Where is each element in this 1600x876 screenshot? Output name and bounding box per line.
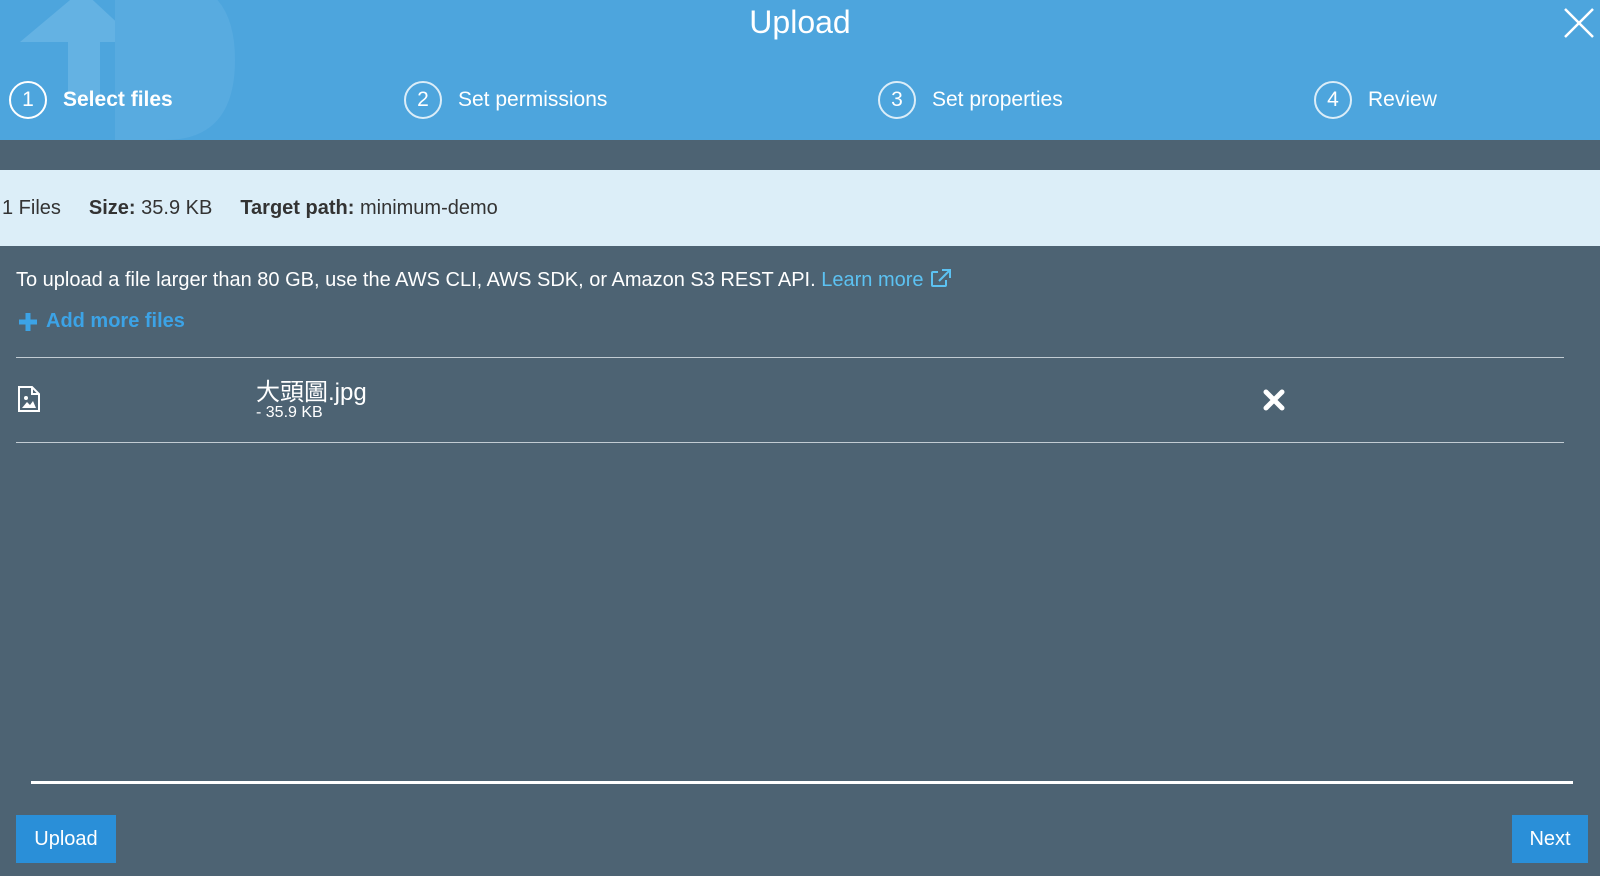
wizard-steps: 1 Select files 2 Set permissions 3 Set p… [0, 80, 1600, 120]
step-select-files[interactable]: 1 Select files [9, 80, 173, 120]
step-set-properties[interactable]: 3 Set properties [878, 80, 1063, 120]
add-more-files-button[interactable]: Add more files [18, 310, 185, 333]
next-button[interactable]: Next [1512, 815, 1588, 863]
upload-summary-bar: 1 Files Size: 35.9 KB Target path: minim… [0, 170, 1600, 246]
dialog-title: Upload [749, 4, 851, 40]
learn-more-link[interactable]: Learn more [821, 269, 951, 291]
file-name: 大頭圖.jpg [256, 379, 367, 406]
step-label-select-files: Select files [63, 88, 173, 111]
step-label-set-permissions: Set permissions [458, 88, 608, 111]
external-link-icon [930, 269, 951, 287]
size-value: 35.9 KB [141, 196, 213, 219]
summary-size: Size: 35.9 KB [89, 197, 212, 220]
target-path-label: Target path: [240, 196, 355, 219]
step-number-1: 1 [9, 81, 47, 119]
step-label-set-properties: Set properties [932, 88, 1063, 111]
step-number-2: 2 [404, 81, 442, 119]
learn-more-label: Learn more [821, 269, 924, 291]
summary-target-path: Target path: minimum-demo [240, 197, 497, 220]
add-more-files-label: Add more files [46, 310, 185, 332]
notice-text: To upload a file larger than 80 GB, use … [16, 269, 816, 291]
close-icon[interactable] [1562, 6, 1596, 40]
image-file-icon [18, 386, 40, 412]
step-set-permissions[interactable]: 2 Set permissions [404, 80, 607, 120]
file-list-row: 大頭圖.jpg - 35.9 KB [16, 357, 1564, 443]
target-path-value: minimum-demo [359, 196, 498, 219]
footer-divider [31, 781, 1573, 784]
plus-icon [19, 312, 37, 331]
step-review[interactable]: 4 Review [1314, 80, 1437, 120]
close-x-icon[interactable] [1262, 388, 1286, 412]
step-number-4: 4 [1314, 81, 1352, 119]
upload-button[interactable]: Upload [16, 815, 116, 863]
file-count: 1 Files [2, 196, 61, 219]
upload-dialog-header: Upload 1 Select files 2 Set permissions … [0, 0, 1600, 140]
step-number-3: 3 [878, 81, 916, 119]
size-label: Size: [88, 196, 136, 219]
step-label-review: Review [1368, 88, 1437, 111]
file-size: - 35.9 KB [256, 404, 323, 421]
large-file-notice: To upload a file larger than 80 GB, use … [16, 268, 952, 292]
